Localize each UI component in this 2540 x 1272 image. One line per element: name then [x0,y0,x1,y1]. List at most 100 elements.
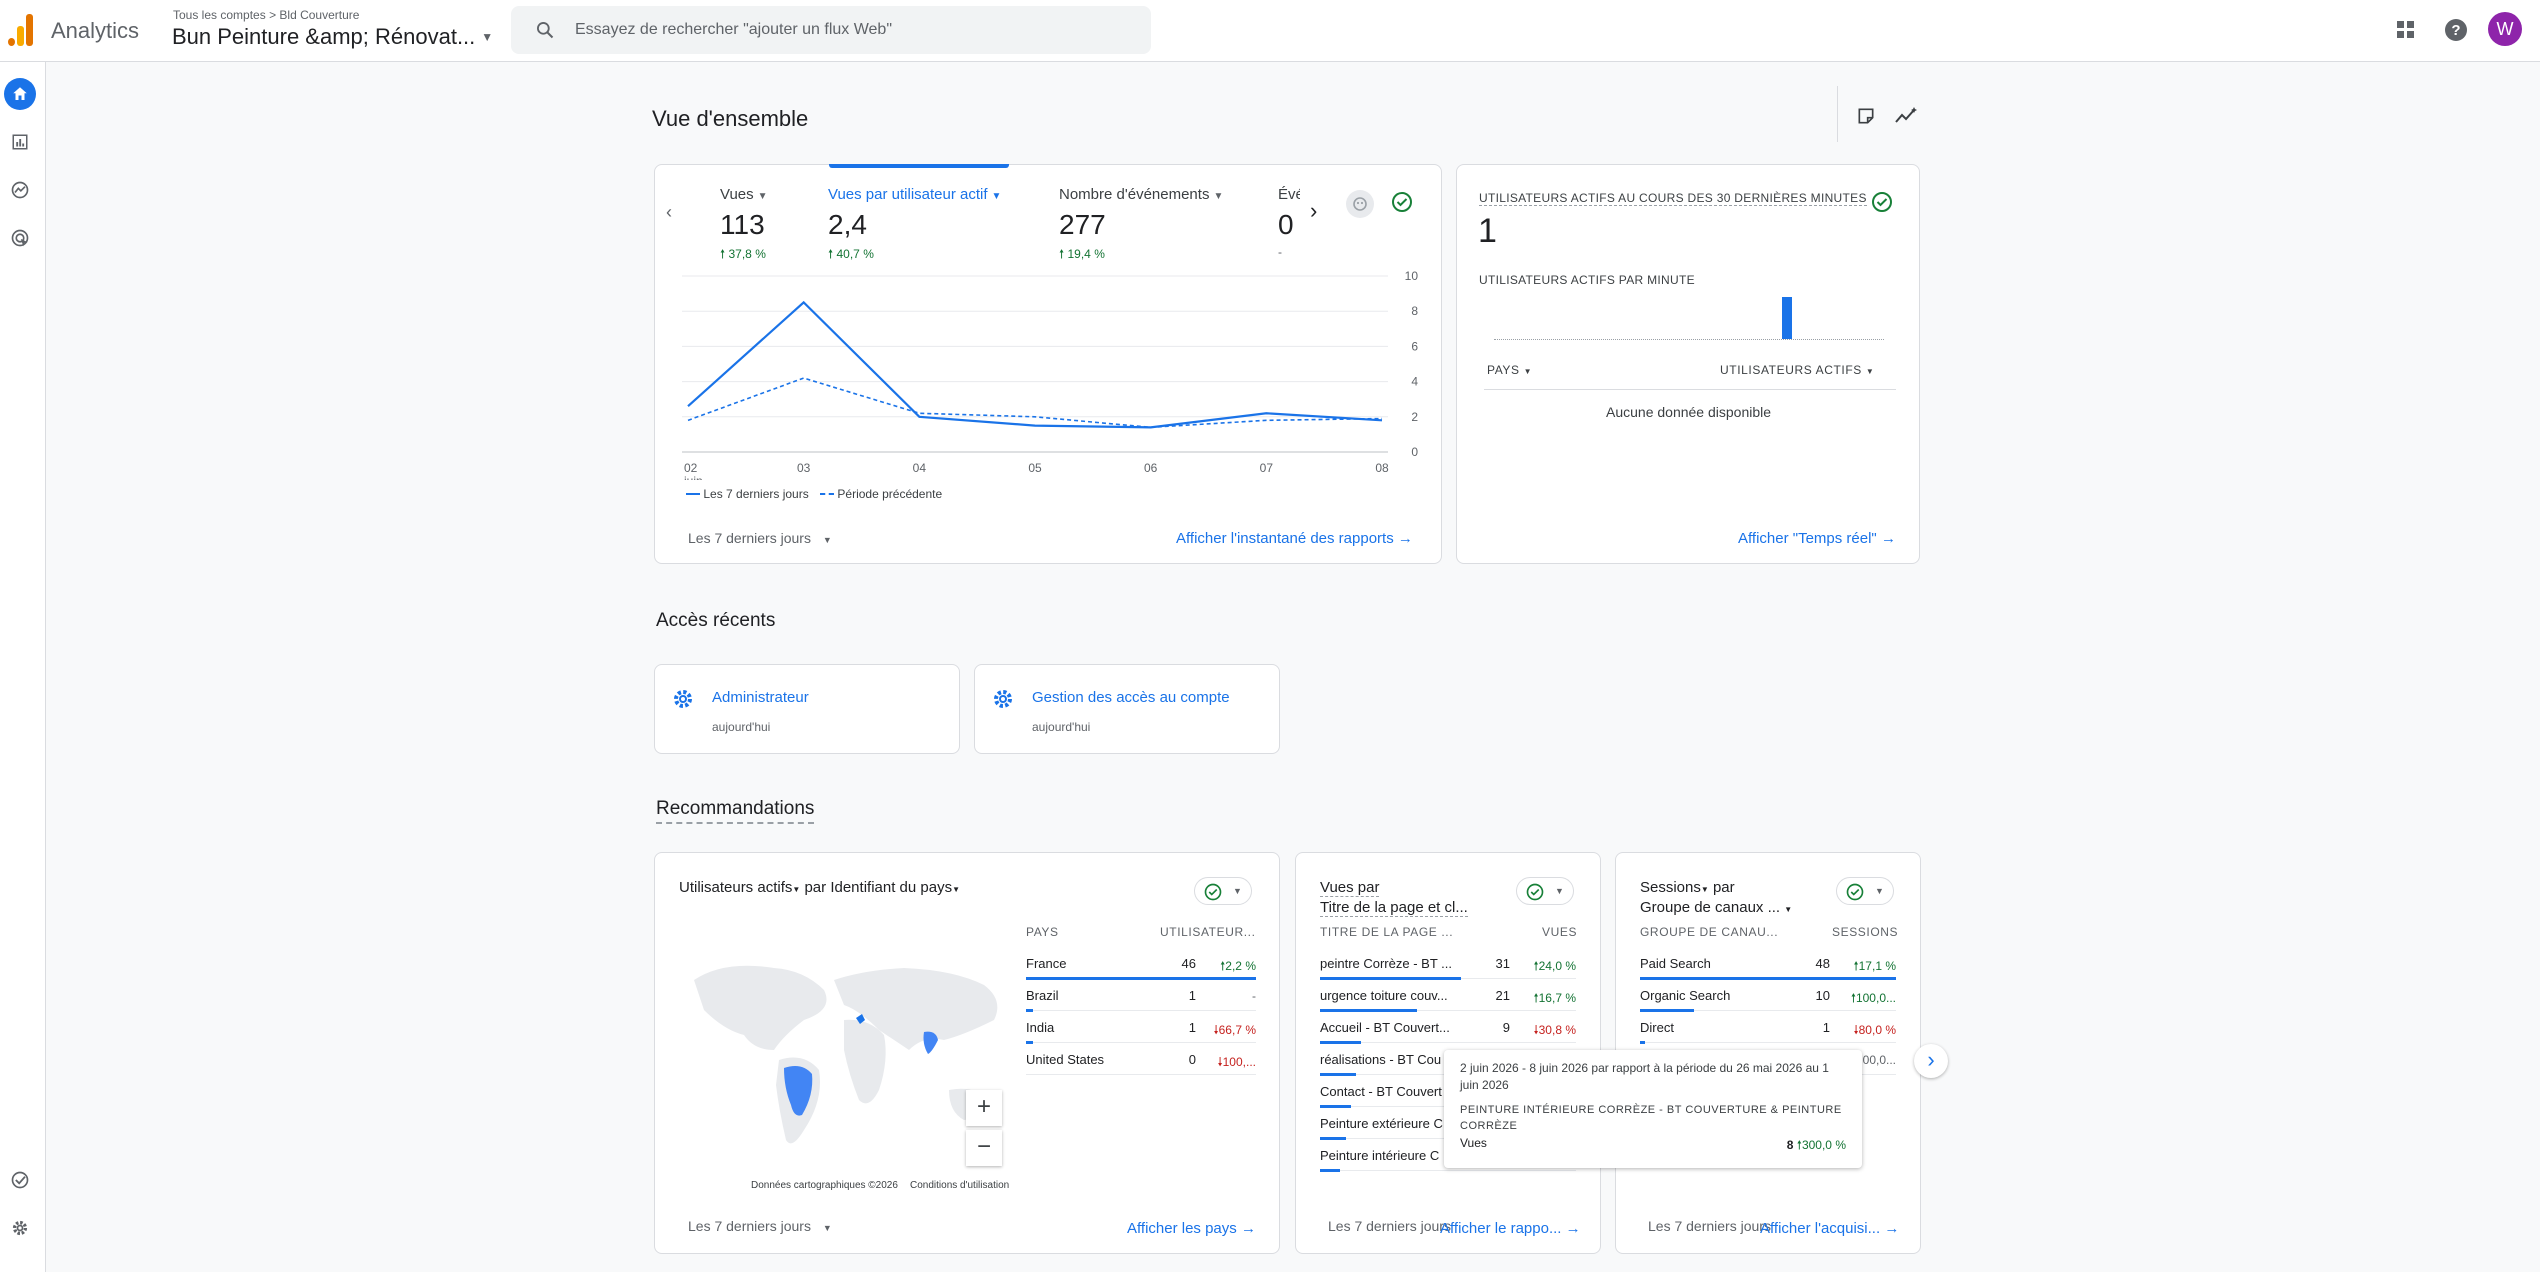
user-avatar[interactable]: W [2488,12,2522,46]
view-countries-link[interactable]: Afficher les pays → [1127,1220,1256,1237]
col-header: GROUPE DE CANAU... [1640,925,1779,939]
check-circle-icon[interactable] [1390,190,1414,214]
caret-down-icon: ▼ [481,30,494,44]
map-terms-link[interactable]: Conditions d'utilisation [910,1180,1009,1191]
nav-home[interactable] [4,78,36,110]
apps-grid-icon[interactable] [2396,20,2416,40]
row-label[interactable]: France [1026,956,1176,971]
chevron-left-icon[interactable]: ‹ [666,202,672,223]
row-label[interactable]: Direct [1640,1020,1780,1035]
anomaly-icon[interactable] [1346,190,1374,218]
row-label[interactable]: Contact - BT Couvert [1320,1084,1452,1099]
breadcrumb[interactable]: Tous les comptes > Bld Couverture [173,8,359,22]
arrow-right-icon: → [1565,1220,1581,1237]
nav-reports[interactable] [4,126,36,158]
property-selector[interactable]: Bun Peinture &amp; Rénovat... ▼ [172,24,493,50]
rec-card-title[interactable]: Utilisateurs actifs▼ par Identifiant du … [679,879,960,896]
y-tick-label: 6 [1411,339,1418,353]
row-value: 48 [1815,956,1830,971]
card-options-chip[interactable]: ▼ [1516,877,1574,905]
nav-advertising[interactable] [4,222,36,254]
rec-card-metric[interactable]: Vues par [1320,879,1380,897]
metric-selector[interactable]: Sessions [1640,879,1701,896]
nav-admin[interactable] [4,1212,36,1244]
nav-configure[interactable] [4,1164,36,1196]
caret-down-icon: ▼ [1875,886,1884,896]
zoom-in-button[interactable]: + [966,1090,1002,1126]
metric-vues-par-utilisateur[interactable]: Vues par utilisateur actif ▼ 2,4 🠕 40,7 % [828,186,1001,266]
metric-vues[interactable]: Vues ▼ 113 🠕 37,8 % [720,186,768,266]
date-range-selector[interactable]: Les 7 derniers jours ▼ [688,1218,832,1234]
date-range-selector[interactable]: Les 7 derniers jours [1328,1218,1451,1234]
row-label[interactable]: Brazil [1026,988,1176,1003]
rec-card-metric[interactable]: Sessions▼ par [1640,879,1735,896]
x-tick-label: 07 [1260,461,1274,475]
chevron-right-icon: > [269,8,280,22]
next-cards-button[interactable]: › [1914,1044,1948,1078]
row-label[interactable]: Organic Search [1640,988,1780,1003]
row-divider [1640,1042,1896,1043]
y-tick-label: 2 [1411,410,1418,424]
dimension-selector[interactable]: Identifiant du pays [830,879,952,896]
rec-card-dimension[interactable]: Groupe de canaux ... ▼ [1640,899,1792,916]
chart-tooltip: 2 juin 2026 - 8 juin 2026 par rapport à … [1444,1050,1862,1168]
check-circle-icon[interactable] [1870,190,1894,214]
date-range-label: Les 7 derniers jours [688,530,811,546]
row-change: 🠕17,1 % [1853,959,1896,973]
explore-icon [11,181,29,199]
recent-item-admin[interactable]: Administrateur aujourd'hui [654,664,960,754]
view-reports-snapshot-link[interactable]: Afficher l'instantané des rapports → [1176,530,1413,547]
row-change: 🠗100,... [1217,1055,1256,1069]
col-active-users[interactable]: UTILISATEURS ACTIFS ▼ [1720,363,1874,377]
caret-down-icon: ▼ [822,1223,832,1233]
row-share-bar [1640,977,1896,980]
card-options-chip[interactable]: ▼ [1836,877,1894,905]
row-label[interactable]: Paid Search [1640,956,1780,971]
metric-evenements[interactable]: Nombre d'événements ▼ 277 🠕 19,4 % [1059,186,1223,266]
row-label[interactable]: Peinture extérieure C [1320,1116,1452,1131]
breadcrumb-account[interactable]: Bld Couverture [279,8,359,22]
tooltip-metric: Vues [1460,1136,1487,1150]
line-chart: 024681002030405060708juin [682,270,1418,480]
zoom-out-button[interactable]: − [966,1130,1002,1166]
breadcrumb-all-accounts[interactable]: Tous les comptes [173,8,266,22]
row-divider [1026,1042,1256,1043]
row-share-bar [1320,1009,1418,1012]
col-country[interactable]: PAYS ▼ [1487,363,1532,377]
view-acquisition-link[interactable]: Afficher l'acquisi... → [1760,1220,1899,1237]
insights-note-icon[interactable] [1856,106,1876,126]
date-range-selector[interactable]: Les 7 derniers jours [1648,1218,1771,1234]
active-metric-indicator [829,164,1009,168]
row-divider [1026,1074,1256,1075]
row-share-bar [1320,1073,1356,1076]
view-pages-report-link[interactable]: Afficher le rappo... → [1440,1220,1581,1237]
gear-icon [12,1220,28,1236]
metric-selector[interactable]: Utilisateurs actifs [679,879,792,896]
recent-item-time: aujourd'hui [1032,720,1091,734]
row-label[interactable]: Peinture intérieure C [1320,1148,1452,1163]
row-label[interactable]: Accueil - BT Couvert... [1320,1020,1452,1035]
row-label[interactable]: peintre Corrèze - BT ... [1320,956,1452,971]
arrow-up-icon: 🠕 [1059,247,1065,261]
card-options-chip[interactable]: ▼ [1194,877,1252,905]
metric-truncated[interactable]: Évé 0 - [1278,186,1300,259]
chevron-right-icon[interactable]: › [1310,198,1317,224]
help-icon[interactable]: ? [2444,18,2468,42]
view-realtime-link[interactable]: Afficher "Temps réel" → [1738,530,1896,547]
nav-explore[interactable] [4,174,36,206]
date-range-label: Les 7 derniers jours [688,1218,811,1234]
trending-insights-icon[interactable] [1894,106,1918,126]
row-label[interactable]: urgence toiture couv... [1320,988,1452,1003]
analytics-logo-icon[interactable] [6,12,36,46]
left-navigation-rail [0,62,46,1272]
row-label[interactable]: India [1026,1020,1176,1035]
rec-card-dimension[interactable]: Titre de la page et cl... [1320,899,1468,917]
date-range-selector[interactable]: Les 7 derniers jours ▼ [688,530,832,546]
row-label[interactable]: United States [1026,1052,1176,1067]
row-label[interactable]: réalisations - BT Cou [1320,1052,1452,1067]
caret-down-icon: ▼ [991,191,1002,202]
recent-item-label: Gestion des accès au compte [1032,689,1230,706]
search-bar[interactable]: Essayez de rechercher "ajouter un flux W… [511,6,1151,54]
x-tick-label: 03 [797,461,811,475]
recent-item-access[interactable]: Gestion des accès au compte aujourd'hui [974,664,1280,754]
